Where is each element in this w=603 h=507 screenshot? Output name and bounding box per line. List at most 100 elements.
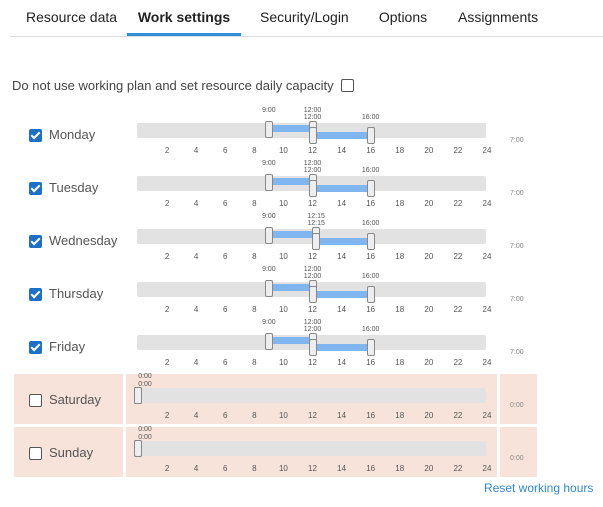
hour-tick-label: 18	[395, 146, 405, 155]
hour-tick-label: 16	[366, 464, 376, 473]
hour-tick-label: 24	[482, 358, 492, 367]
hour-tick-label: 18	[395, 358, 405, 367]
time-slider-handle[interactable]	[264, 227, 273, 244]
day-row-saturday: Saturday 0:00 0:00 2 4 6 8 10 12 14 16 18 20 22 24 0:00	[14, 373, 597, 424]
tab-security-login[interactable]: Security/Login	[260, 0, 349, 34]
tab-assignments[interactable]: Assignments	[458, 0, 538, 34]
working-range	[268, 125, 313, 132]
hour-tick-label: 10	[278, 358, 288, 367]
handle-time-label: 12:15	[307, 213, 325, 220]
day-row-monday: Monday 9:00 12:00 12:00 16:00 2 4 6 8 10 12 14 16 18 2…	[14, 107, 597, 159]
handle-time-label: 9:00	[262, 107, 276, 114]
working-range	[268, 178, 313, 185]
time-slider-handle[interactable]	[134, 440, 142, 457]
hour-tick-label: 4	[193, 199, 199, 208]
time-slider-handle[interactable]	[366, 339, 375, 356]
hour-tick-label: 18	[395, 464, 405, 473]
hour-tick-label: 6	[223, 305, 228, 314]
time-slider-handle[interactable]	[264, 280, 273, 297]
tab-options[interactable]: Options	[377, 0, 429, 34]
hour-tick-label: 10	[278, 305, 288, 314]
hour-tick-label: 8	[252, 252, 257, 261]
reset-working-hours-link[interactable]: Reset working hours	[484, 481, 593, 495]
hour-tick-label: 16	[366, 146, 376, 155]
hour-tick-label: 22	[453, 411, 463, 420]
hour-tick-label: 20	[424, 146, 434, 155]
handle-time-label: 16:00	[361, 220, 380, 227]
hour-tick-label: 18	[395, 199, 405, 208]
handle-time-label: 0:00	[138, 381, 152, 388]
time-slider-handle[interactable]	[308, 339, 317, 356]
hour-tick-label: 8	[252, 411, 257, 420]
tab-work-settings[interactable]: Work settings	[127, 0, 241, 36]
hour-tick-label: 12	[308, 252, 317, 261]
time-slider-handle[interactable]	[366, 233, 375, 250]
handle-time-label: 9:00	[262, 266, 276, 273]
daily-total-hours: 0:00	[510, 455, 524, 462]
time-slider-handle[interactable]	[308, 180, 317, 197]
day-row-friday: Friday 9:00 12:00 12:00 16:00 2 4 6 8 10 12 14 16 18 2…	[14, 319, 597, 371]
friday-checkbox[interactable]	[29, 341, 42, 354]
time-slider-handle[interactable]	[264, 333, 273, 350]
tab-resource-data[interactable]: Resource data	[26, 0, 117, 34]
hour-tick-label: 12	[308, 146, 317, 155]
hour-tick-label: 16	[366, 252, 376, 261]
day-row-sunday: Sunday 0:00 0:00 2 4 6 8 10 12 14 16 18 20 22 24 0:00	[14, 426, 597, 477]
hour-tick-label: 22	[453, 464, 463, 473]
hour-tick-label: 8	[252, 146, 257, 155]
daily-total-hours: 7:00	[510, 243, 524, 250]
time-slider-handle[interactable]	[312, 233, 321, 250]
time-slider-handle[interactable]	[308, 286, 317, 303]
handle-time-label: 12:00	[303, 107, 322, 114]
hour-tick-label: 12	[308, 305, 317, 314]
handle-time-label: 12:00	[303, 266, 322, 273]
daily-capacity-checkbox[interactable]	[340, 78, 354, 92]
hour-tick-label: 14	[337, 464, 347, 473]
working-range	[312, 185, 371, 192]
time-slider-track[interactable]	[137, 388, 486, 403]
time-slider-handle[interactable]	[366, 180, 375, 197]
handle-time-label: 0:00	[138, 434, 152, 441]
hour-tick-label: 2	[164, 146, 170, 155]
time-slider-handle[interactable]	[134, 387, 142, 404]
day-row-wednesday: Wednesday 9:00 12:15 12:15 16:00 2 4 6 8 10 12 14 16…	[14, 213, 597, 265]
hour-tick-label: 4	[193, 252, 199, 261]
hour-tick-label: 8	[252, 199, 257, 208]
handle-time-label: 9:00	[262, 160, 276, 167]
day-row-thursday: Thursday 9:00 12:00 12:00 16:00 2 4 6 8 10 12 14 16 1…	[14, 266, 597, 318]
disabled-day-background	[500, 427, 537, 477]
time-slider-handle[interactable]	[366, 286, 375, 303]
time-slider-handle[interactable]	[308, 127, 317, 144]
time-slider-handle[interactable]	[366, 127, 375, 144]
hour-tick-label: 10	[278, 199, 288, 208]
sunday-checkbox[interactable]	[29, 447, 42, 460]
hour-tick-label: 16	[366, 358, 376, 367]
time-slider-handle[interactable]	[264, 121, 273, 138]
handle-time-label: 12:00	[303, 326, 322, 333]
hour-tick-label: 4	[193, 146, 199, 155]
thursday-checkbox[interactable]	[29, 288, 42, 301]
disabled-day-background	[500, 374, 537, 424]
hour-tick-label: 2	[164, 199, 170, 208]
hour-tick-label: 24	[482, 199, 492, 208]
tuesday-checkbox[interactable]	[29, 182, 42, 195]
hour-tick-label: 16	[366, 305, 376, 314]
hour-tick-label: 14	[337, 305, 347, 314]
hour-tick-label: 10	[278, 252, 288, 261]
saturday-checkbox[interactable]	[29, 394, 42, 407]
handle-time-label: 12:00	[303, 319, 322, 326]
wednesday-checkbox[interactable]	[29, 235, 42, 248]
hour-tick-label: 4	[193, 464, 199, 473]
handle-time-label: 12:00	[303, 114, 322, 121]
hour-tick-label: 4	[193, 358, 199, 367]
time-slider-track[interactable]	[137, 441, 486, 456]
monday-checkbox[interactable]	[29, 129, 42, 142]
hour-tick-label: 4	[193, 411, 199, 420]
daily-capacity-label: Do not use working plan and set resource…	[12, 77, 334, 93]
hour-tick-label: 20	[424, 411, 434, 420]
day-name: Sunday	[49, 445, 94, 460]
hour-tick-label: 24	[482, 305, 492, 314]
day-name: Wednesday	[49, 233, 118, 248]
time-slider-handle[interactable]	[264, 174, 273, 191]
daily-total-hours: 7:00	[510, 296, 524, 303]
